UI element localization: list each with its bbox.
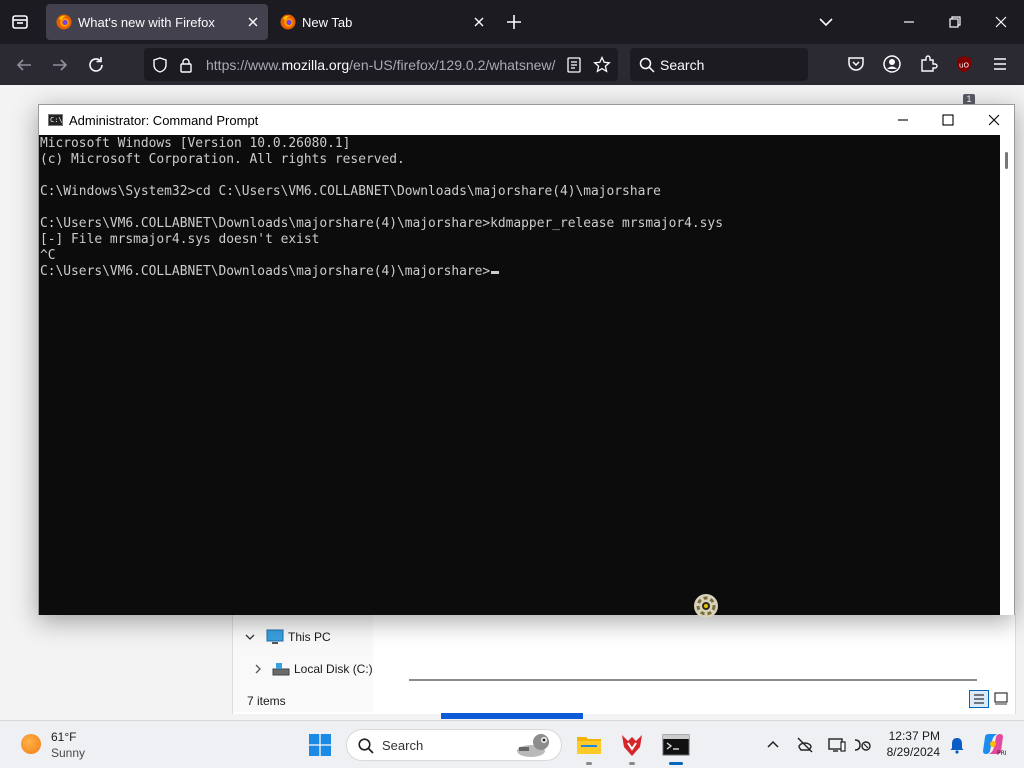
bookmark-star-icon[interactable]	[593, 55, 611, 74]
cmd-app-icon: C:\	[48, 114, 63, 126]
device-display-icon[interactable]	[827, 735, 847, 755]
search-icon	[638, 56, 656, 74]
sun-icon	[21, 734, 41, 754]
command-prompt-taskbar-icon[interactable]	[660, 729, 692, 765]
scrollbar-thumb[interactable]	[1005, 152, 1008, 169]
account-icon[interactable]	[882, 54, 902, 74]
copilot-icon[interactable]: PRE	[980, 731, 1009, 757]
url-prefix: https://www.	[206, 57, 282, 73]
firefox-view-icon[interactable]	[8, 10, 32, 34]
show-hidden-icons-chevron-icon[interactable]	[763, 735, 783, 755]
maximize-icon[interactable]	[939, 111, 957, 129]
extensions-puzzle-icon[interactable]	[918, 54, 938, 74]
address-bar[interactable]: https://www.mozilla.org/en-US/firefox/12…	[144, 48, 618, 81]
search-highlight-illustration-icon	[513, 731, 559, 759]
tree-item-local-disk[interactable]: Local Disk (C:)	[252, 661, 373, 677]
close-tab-icon[interactable]	[470, 13, 488, 31]
close-icon[interactable]	[985, 111, 1003, 129]
shield-icon[interactable]	[151, 56, 169, 74]
console-output[interactable]: Microsoft Windows [Version 10.0.26080.1]…	[39, 135, 1000, 615]
status-item-count: 7 items	[247, 694, 286, 708]
list-all-tabs-chevron-icon[interactable]	[816, 12, 836, 32]
prompt-line: C:\Users\VM6.COLLABNET\Downloads\majorsh…	[40, 264, 500, 280]
back-arrow-icon[interactable]	[13, 54, 35, 76]
clock-date[interactable]: 8/29/2024	[868, 745, 940, 759]
firefox-logo-icon	[280, 14, 296, 30]
app-taskbar-icon[interactable]	[616, 729, 648, 765]
text-cursor	[491, 271, 500, 274]
url-text: https://www.mozilla.org/en-US/firefox/12…	[206, 57, 555, 73]
cmd-window-title: Administrator: Command Prompt	[69, 113, 259, 128]
reader-view-icon[interactable]	[565, 56, 583, 74]
close-tab-icon[interactable]	[244, 13, 262, 31]
taskbar-search-placeholder: Search	[382, 738, 424, 753]
lock-icon[interactable]	[177, 56, 195, 74]
window-accent-strip	[441, 713, 583, 719]
console-line: ^C	[40, 248, 56, 263]
monitor-icon	[266, 629, 284, 645]
search-placeholder: Search	[660, 57, 705, 73]
large-icons-view-icon[interactable]	[992, 690, 1012, 708]
firefox-logo-icon	[56, 14, 72, 30]
search-icon	[357, 737, 375, 755]
close-window-icon[interactable]	[991, 12, 1011, 32]
url-domain: mozilla.org	[281, 57, 350, 73]
reload-icon[interactable]	[85, 54, 107, 76]
chevron-down-icon[interactable]	[243, 630, 257, 644]
minimize-icon[interactable]	[894, 111, 912, 129]
windows-start-icon[interactable]	[309, 734, 331, 756]
running-indicator	[629, 762, 635, 765]
ublock-origin-icon[interactable]: uO	[954, 54, 974, 74]
firefox-tab-bar: What's new with Firefox New Tab	[0, 0, 1024, 44]
url-path: /en-US/firefox/129.0.2/whatsnew/	[349, 57, 556, 73]
console-line: (c) Microsoft Corporation. All rights re…	[40, 152, 405, 167]
command-prompt-window: C:\ Administrator: Command Prompt Micros…	[38, 104, 1015, 615]
svg-text:uO: uO	[959, 62, 969, 70]
prompt-text: C:\Users\VM6.COLLABNET\Downloads\majorsh…	[40, 264, 491, 279]
cmd-title-bar[interactable]: C:\ Administrator: Command Prompt	[39, 105, 1014, 135]
notification-bell-icon[interactable]	[947, 735, 967, 755]
pocket-icon[interactable]	[846, 54, 866, 74]
search-bar[interactable]: Search	[630, 48, 808, 81]
tab-title: What's new with Firefox	[78, 15, 215, 30]
tab-title: New Tab	[302, 15, 353, 30]
tree-item-label: Local Disk (C:)	[294, 662, 373, 676]
clock-time[interactable]: 12:37 PM	[868, 729, 940, 743]
network-disconnected-icon[interactable]	[795, 735, 815, 755]
hamburger-menu-icon[interactable]	[990, 54, 1010, 74]
file-explorer-window: This PC Local Disk (C:) 7 items	[232, 614, 1016, 714]
new-tab-plus-icon[interactable]	[504, 12, 524, 32]
drive-icon	[272, 661, 290, 677]
forward-arrow-icon[interactable]	[49, 54, 71, 76]
horizontal-scrollbar[interactable]	[409, 679, 977, 681]
console-line: Microsoft Windows [Version 10.0.26080.1]	[40, 136, 351, 151]
file-explorer-taskbar-icon[interactable]	[573, 729, 605, 765]
weather-condition: Sunny	[51, 746, 86, 760]
tree-item-this-pc[interactable]: This PC	[243, 629, 331, 645]
tree-item-label: This PC	[288, 630, 331, 644]
minimize-icon[interactable]	[899, 12, 919, 32]
running-indicator	[586, 762, 592, 765]
active-indicator	[669, 762, 683, 765]
console-line: C:\Users\VM6.COLLABNET\Downloads\majorsh…	[40, 216, 723, 231]
console-line: C:\Windows\System32>cd C:\Users\VM6.COLL…	[40, 184, 661, 199]
console-line: [-] File mrsmajor4.sys doesn't exist	[40, 232, 320, 247]
restore-icon[interactable]	[945, 12, 965, 32]
chevron-right-icon[interactable]	[252, 662, 264, 676]
vertical-scrollbar[interactable]	[1000, 135, 1014, 615]
weather-temperature: 61°F	[51, 730, 77, 744]
tab-new-tab[interactable]: New Tab	[270, 4, 494, 40]
firefox-nav-toolbar: https://www.mozilla.org/en-US/firefox/12…	[0, 44, 1024, 105]
busy-cursor-icon	[692, 592, 720, 620]
tab-whats-new[interactable]: What's new with Firefox	[46, 4, 268, 40]
svg-text:PRE: PRE	[997, 750, 1006, 757]
taskbar-search-box[interactable]: Search	[346, 729, 562, 761]
details-view-icon[interactable]	[969, 690, 989, 708]
windows-taskbar: 61°F Sunny Search 12:37 PM 8/29/2024 PR	[0, 720, 1024, 768]
